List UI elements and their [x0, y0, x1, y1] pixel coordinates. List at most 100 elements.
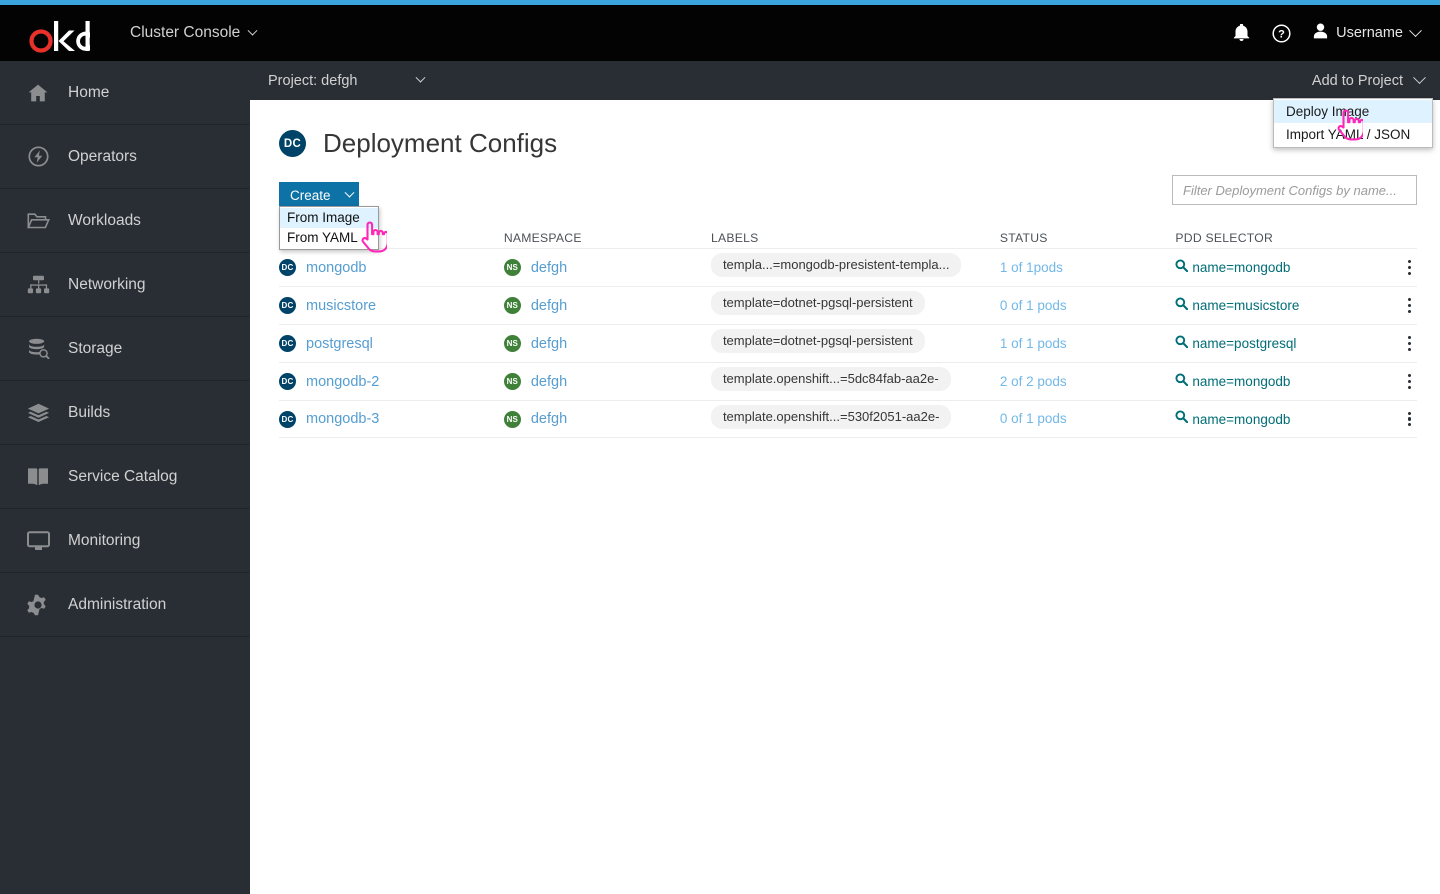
search-icon: [1175, 258, 1189, 277]
bell-icon[interactable]: [1233, 24, 1250, 42]
deployment-config-link[interactable]: mongodb-3: [306, 411, 379, 427]
create-menu-item-from-image[interactable]: From Image: [280, 208, 378, 228]
chevron-down-icon: [1413, 71, 1426, 85]
deployment-config-badge-icon: DC: [279, 410, 296, 428]
sidebar-item-label: Operators: [68, 147, 137, 165]
console-switcher-label: Cluster Console: [130, 24, 241, 41]
deployment-configs-table: NAME NAMESPACE LABELS STATUS PDD SELECTO…: [250, 227, 1440, 438]
kebab-menu-icon[interactable]: [1402, 256, 1417, 279]
cell-pdd-selector: name=mongodb: [1175, 372, 1387, 391]
sidebar-item-monitoring[interactable]: Monitoring: [0, 509, 250, 573]
label-chip[interactable]: template.openshift...=530f2051-aa2e-: [710, 404, 952, 429]
add-to-project-button[interactable]: Add to Project: [1311, 71, 1426, 89]
cell-name: DC mongodb-3: [279, 410, 504, 428]
status-text: 0 of 1 pods: [999, 297, 1067, 313]
search-icon: [1175, 296, 1189, 315]
cell-namespace: NS defgh: [503, 259, 711, 276]
label-chip[interactable]: templa...=mongodb-presistent-templa...: [710, 253, 962, 277]
deployment-config-badge-icon: DC: [279, 130, 306, 157]
deployment-config-badge-icon: DC: [279, 373, 296, 390]
deployment-config-link[interactable]: musicstore: [306, 298, 376, 314]
kebab-menu-icon[interactable]: [1402, 408, 1417, 431]
label-chip[interactable]: template.openshift...=5dc84fab-aa2e-: [710, 367, 951, 391]
operators-icon: [25, 146, 51, 167]
label-chip[interactable]: template=dotnet-pgsql-persistent: [710, 329, 925, 353]
sidebar-item-label: Service Catalog: [68, 467, 178, 485]
toolbar: Create From Image From YAML: [250, 175, 1440, 250]
console-switcher[interactable]: Cluster Console: [130, 24, 258, 42]
app-root: Cluster Console ? Username Home Operator…: [0, 0, 1440, 894]
namespace-badge-icon: NS: [503, 259, 521, 276]
chevron-down-icon: [1409, 23, 1422, 37]
project-bar: Project: defgh Add to Project: [250, 61, 1440, 100]
home-icon: [25, 84, 51, 102]
label-chip[interactable]: template=dotnet-pgsql-persistent: [710, 291, 925, 315]
namespace-link[interactable]: defgh: [531, 298, 567, 314]
namespace-badge-icon: NS: [503, 297, 521, 314]
sidebar-item-service-catalog[interactable]: Service Catalog: [0, 445, 250, 509]
cell-status: 1 of 1pods: [1000, 259, 1176, 277]
help-circle-icon[interactable]: ?: [1272, 23, 1291, 43]
namespace-link[interactable]: defgh: [531, 374, 567, 390]
cell-status: 0 of 1 pods: [1000, 410, 1176, 428]
kebab-menu-icon[interactable]: [1402, 332, 1417, 355]
namespace-link[interactable]: defgh: [531, 260, 567, 276]
masthead-actions: ? Username: [1233, 23, 1422, 43]
sidebar-item-administration[interactable]: Administration: [0, 573, 250, 637]
pdd-selector-link[interactable]: name=musicstore: [1192, 298, 1299, 313]
create-menu-item-from-yaml[interactable]: From YAML: [280, 228, 378, 248]
sidebar-item-workloads[interactable]: Workloads: [0, 189, 250, 253]
filter-input[interactable]: [1172, 175, 1417, 205]
column-header-labels: LABELS: [710, 230, 759, 245]
namespace-link[interactable]: defgh: [531, 336, 567, 352]
user-menu[interactable]: Username: [1313, 23, 1422, 43]
table-row: DC mongodb-2 NS defgh template.openshift...=…: [279, 362, 1417, 400]
deployment-config-link[interactable]: postgresql: [306, 336, 373, 352]
pdd-selector-link[interactable]: name=mongodb: [1192, 412, 1290, 427]
namespace-badge-icon: NS: [503, 410, 521, 428]
sidebar-item-operators[interactable]: Operators: [0, 125, 250, 189]
add-menu-item-deploy-image[interactable]: Deploy Image: [1274, 100, 1432, 123]
deployment-config-badge-icon: DC: [279, 259, 296, 276]
sidebar-item-label: Monitoring: [68, 531, 141, 549]
kebab-menu-icon[interactable]: [1402, 370, 1417, 393]
deployment-config-link[interactable]: mongodb-2: [306, 374, 379, 390]
content-panel: DC Deployment Configs Create From Image …: [250, 100, 1440, 894]
pdd-selector-link[interactable]: name=postgresql: [1192, 336, 1296, 351]
status-text: 2 of 2 pods: [999, 373, 1067, 389]
sidebar-item-builds[interactable]: Builds: [0, 381, 250, 445]
sidebar-nav: Home Operators Workloads Networking Stor…: [0, 61, 250, 894]
namespace-link[interactable]: defgh: [531, 411, 567, 427]
networking-icon: [25, 275, 51, 294]
create-button[interactable]: Create: [279, 182, 359, 208]
kebab-menu-icon[interactable]: [1402, 294, 1417, 317]
sidebar-item-networking[interactable]: Networking: [0, 253, 250, 317]
cell-labels: template=dotnet-pgsql-persistent: [710, 329, 1000, 358]
folder-open-icon: [25, 211, 51, 230]
cell-labels: templa...=mongodb-presistent-templa...: [710, 253, 1000, 282]
deployment-config-link[interactable]: mongodb: [306, 260, 366, 276]
cell-pdd-selector: name=mongodb: [1175, 258, 1387, 277]
add-menu-item-import-yaml-json[interactable]: Import YAML / JSON: [1274, 123, 1432, 146]
status-text: 1 of 1 pods: [999, 335, 1067, 351]
okd-logo[interactable]: [28, 13, 90, 53]
cell-namespace: NS defgh: [503, 297, 711, 314]
column-header-namespace: NAMESPACE: [503, 230, 582, 245]
pdd-selector-link[interactable]: name=mongodb: [1192, 374, 1290, 389]
pdd-selector-link[interactable]: name=mongodb: [1192, 260, 1290, 275]
cell-pdd-selector: name=musicstore: [1175, 296, 1387, 315]
deployment-config-badge-icon: DC: [279, 335, 296, 352]
project-selector[interactable]: Project: defgh: [268, 73, 426, 89]
page-title: Deployment Configs: [323, 128, 558, 158]
add-to-project-label: Add to Project: [1311, 72, 1403, 89]
status-text: 1 of 1pods: [999, 259, 1063, 275]
sidebar-item-storage[interactable]: Storage: [0, 317, 250, 381]
sidebar-item-label: Administration: [68, 595, 167, 613]
sidebar-item-home[interactable]: Home: [0, 61, 250, 125]
column-header-status: STATUS: [999, 230, 1048, 245]
table-body: DC mongodb NS defgh templa...=mongodb-presis…: [279, 248, 1417, 438]
cell-actions: [1387, 256, 1417, 279]
cell-status: 2 of 2 pods: [1000, 373, 1176, 391]
builds-layers-icon: [25, 403, 51, 423]
cell-pdd-selector: name=postgresql: [1175, 334, 1387, 353]
